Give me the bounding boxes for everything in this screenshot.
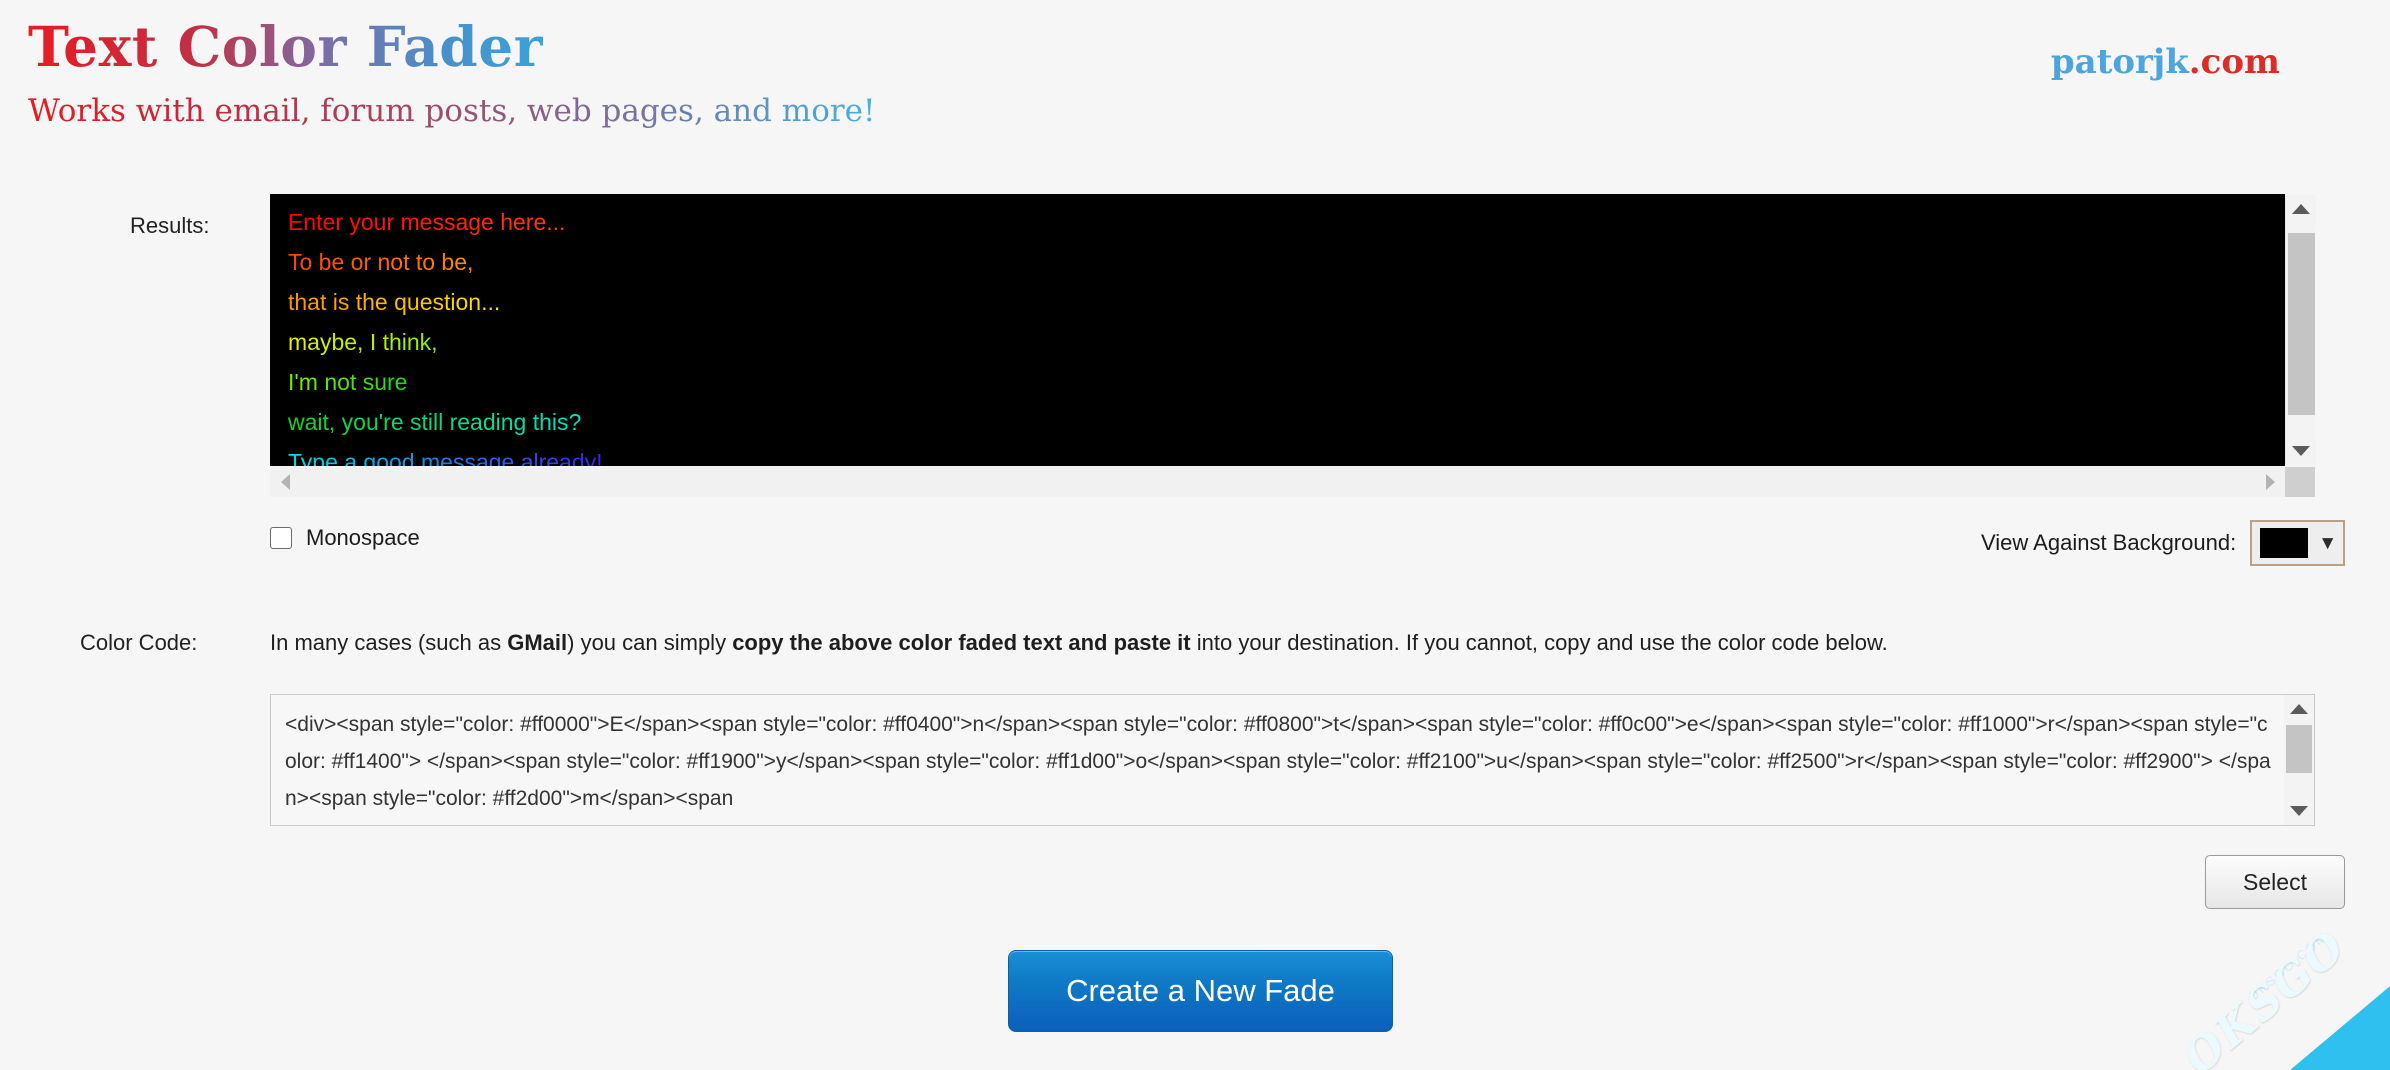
results-horizontal-scrollbar[interactable] [270, 467, 2285, 497]
results-vertical-scrollbar[interactable] [2285, 194, 2316, 466]
result-line: Type a good message already! [288, 442, 603, 466]
scroll-right-arrow-icon[interactable] [2255, 467, 2285, 497]
page-subtitle: Works with email, forum posts, web pages… [28, 93, 876, 129]
vertical-scrollbar-thumb[interactable] [2288, 233, 2315, 415]
result-line: To be or not to be, [288, 242, 473, 282]
brand-name: patorjk [2050, 42, 2189, 82]
desc-text-3: into your destination. If you cannot, co… [1190, 630, 1888, 655]
result-line: I'm not sure [288, 362, 407, 402]
site-brand-logo[interactable]: patorjk.com [2051, 42, 2280, 82]
create-new-fade-button[interactable]: Create a New Fade [1008, 950, 1393, 1032]
desc-bold-copy: copy the above color faded text and past… [732, 630, 1191, 655]
color-code-textarea[interactable]: <div><span style="color: #ff0000">E</spa… [270, 694, 2315, 826]
page-header: Text Color Fader Works with email, forum… [0, 0, 2390, 160]
color-code-description: In many cases (such as GMail) you can si… [270, 630, 1888, 656]
code-scroll-down-arrow-icon[interactable] [2284, 797, 2314, 825]
code-scrollbar-thumb[interactable] [2286, 725, 2312, 773]
color-code-label: Color Code: [80, 630, 198, 655]
background-label: View Against Background: [1980, 530, 2237, 555]
background-color-select[interactable]: ▼ [2250, 520, 2345, 566]
scroll-up-arrow-icon[interactable] [2286, 194, 2316, 224]
color-code-content: <div><span style="color: #ff0000">E</spa… [285, 713, 2271, 810]
code-vertical-scrollbar[interactable] [2284, 695, 2314, 825]
page-title: Text Color Fader [28, 14, 544, 79]
brand-tld: .com [2188, 42, 2280, 82]
monospace-checkbox[interactable] [270, 527, 292, 549]
chevron-down-icon[interactable]: ▼ [2318, 534, 2337, 553]
result-line: maybe, I think, [288, 322, 438, 362]
result-line: that is the question... [288, 282, 500, 322]
results-output-area[interactable]: Enter your message here... To be or not … [270, 194, 2285, 466]
select-button[interactable]: Select [2205, 855, 2345, 909]
scroll-down-arrow-icon[interactable] [2286, 436, 2316, 466]
result-line: Enter your message here... [288, 202, 565, 242]
scrollbar-corner [2285, 467, 2315, 497]
background-option-row: View Against Background: ▼ [1981, 520, 2345, 566]
monospace-option-row[interactable]: Monospace [270, 525, 420, 551]
desc-text-1: In many cases (such as [270, 630, 508, 655]
result-line: wait, you're still reading this? [288, 402, 581, 442]
ribbon-text: OKSGO [2174, 920, 2356, 1070]
code-scroll-up-arrow-icon[interactable] [2284, 695, 2314, 723]
scroll-left-arrow-icon[interactable] [270, 467, 300, 497]
desc-bold-gmail: GMail [507, 630, 568, 655]
results-label: Results: [130, 213, 210, 238]
ribbon-subtext: OKSGO.COM [2245, 928, 2332, 1005]
ribbon-band [2030, 973, 2390, 1070]
monospace-label: Monospace [306, 525, 420, 550]
results-panel: Enter your message here... To be or not … [270, 194, 2316, 504]
desc-text-2: ) you can simply [567, 630, 733, 655]
background-color-swatch [2260, 528, 2309, 558]
